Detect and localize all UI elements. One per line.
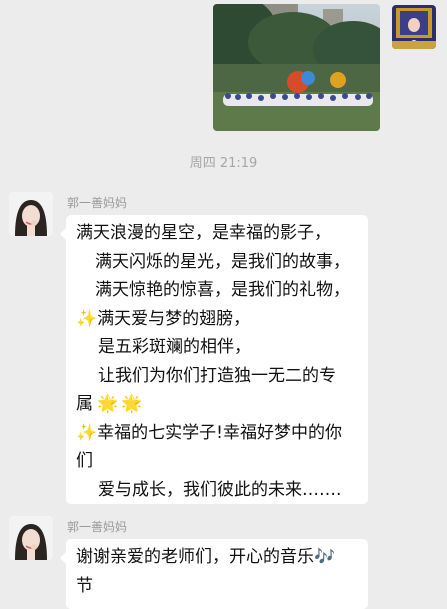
my-avatar[interactable] — [392, 5, 436, 49]
chat-timestamp: 周四 21:19 — [189, 156, 258, 171]
message-bubble[interactable]: 谢谢亲爱的老师们，开心的音乐🎶 节 — [60, 539, 368, 609]
message-line: 节 — [76, 575, 93, 596]
message-line: 满天闪烁的星光，是我们的故事， — [95, 251, 350, 272]
avatar-image — [9, 192, 53, 236]
avatar-image — [9, 516, 53, 560]
message-line: 们 — [76, 451, 93, 471]
message-line: 让我们为你们打造独一无二的专 — [98, 365, 336, 386]
sender-name: 郭一善妈妈 — [67, 520, 128, 534]
glowing-star-icon: 🌟 — [97, 394, 119, 414]
message-line: 满天浪漫的星空，是幸福的影子， — [76, 223, 331, 243]
message-line: 谢谢亲爱的老师们，开心的音乐🎶 — [76, 547, 336, 567]
avatar-image — [392, 5, 436, 49]
sparkles-icon: ✨ — [76, 422, 98, 443]
glowing-star-icon: 🌟 — [121, 394, 143, 414]
sender-avatar[interactable] — [9, 516, 53, 560]
message-line: 满天惊艳的惊喜，是我们的礼物， — [95, 280, 350, 300]
message-line: 是五彩斑斓的相伴， — [98, 337, 251, 357]
message-line: ✨满天爱与梦的翅膀， — [76, 308, 251, 329]
message-line: ✨幸福的七实学子!幸福好梦中的你 — [76, 422, 342, 443]
group-photo-image — [213, 4, 380, 131]
message-line: 爱与成长，我们彼此的未来……. — [98, 479, 342, 500]
sender-avatar[interactable] — [9, 192, 53, 236]
message-line: 属 🌟 🌟 — [76, 394, 143, 414]
message-bubble[interactable]: 满天浪漫的星空，是幸福的影子， 满天闪烁的星光，是我们的故事， 满天惊艳的惊喜，… — [60, 215, 368, 504]
sent-photo[interactable] — [213, 4, 380, 131]
sparkles-icon: ✨ — [76, 308, 98, 329]
music-notes-icon: 🎶 — [314, 547, 336, 567]
sender-name: 郭一善妈妈 — [67, 196, 128, 210]
